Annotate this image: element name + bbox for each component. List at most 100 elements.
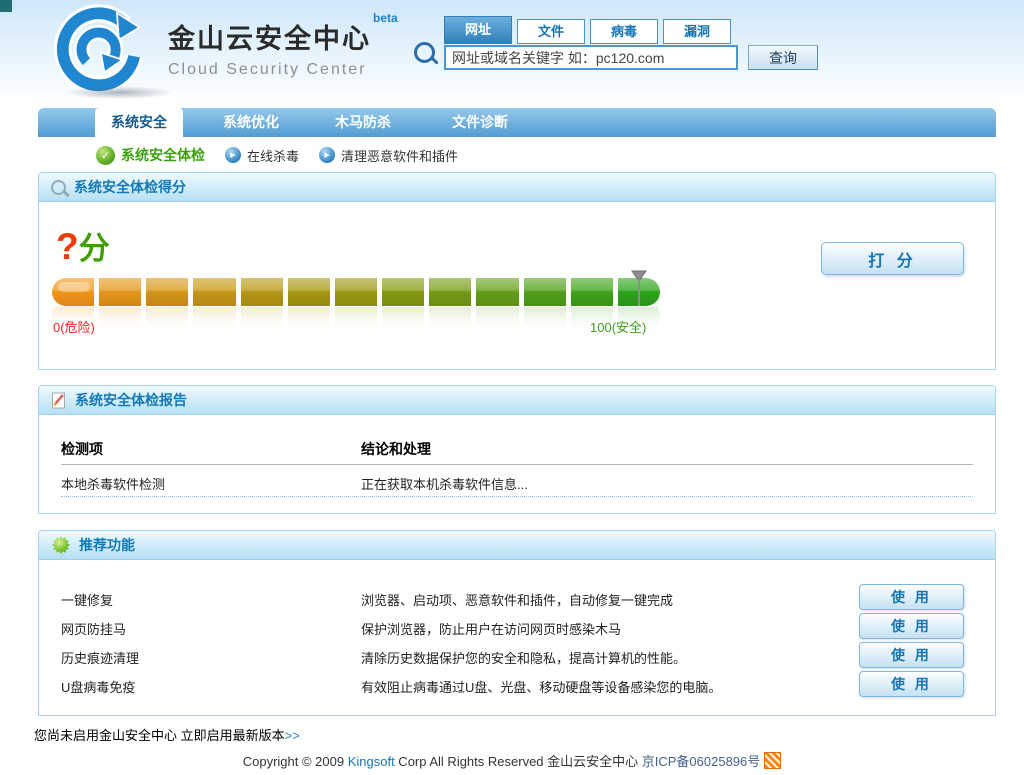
use-button[interactable]: 使 用 [859,584,964,610]
score-min-label: 0(危险) [53,317,95,336]
nav-tab[interactable]: 系统优化 [201,108,301,137]
score-unit: 分 [79,231,110,266]
report-item-name: 本地杀毒软件检测 [61,474,165,493]
nav-tab[interactable]: 文件诊断 [430,108,530,137]
play-icon [319,147,335,163]
magnifier-icon [51,180,66,195]
main-nav: 系统安全 系统优化 木马防杀 文件诊断 [38,108,996,137]
corner-decoration [0,0,12,12]
score-bar-segment [571,278,613,306]
sub-nav: 系统安全体检 在线杀毒 清理恶意软件和插件 [96,143,478,167]
score-bar-segment [476,278,518,306]
feature-description: 保护浏览器，防止用户在访问网页时感染木马 [361,619,621,638]
score-bar-segment [193,278,235,306]
search-tab[interactable]: 文件 [517,19,585,44]
recommend-row: 历史痕迹清理 清除历史数据保护您的安全和隐私，提高计算机的性能。 使 用 [61,641,973,670]
use-button[interactable]: 使 用 [859,671,964,697]
nav-tab[interactable]: 木马防杀 [313,108,413,137]
feature-name: 历史痕迹清理 [61,648,139,667]
score-bar [52,278,660,306]
app-title: 金山云安全中心 [168,24,371,54]
score-bar-fade [52,307,660,331]
report-col-result: 结论和处理 [361,439,431,459]
cloud-arrows-logo-icon [54,4,144,94]
subnav-label: 在线杀毒 [247,146,299,165]
recommend-rows: 一键修复 浏览器、启动项、恶意软件和插件，自动修复一键完成 使 用 网页防挂马 … [61,583,973,699]
play-icon [225,147,241,163]
logo-shadow [64,86,174,99]
subnav-label: 系统安全体检 [121,145,205,165]
enable-link-arrows[interactable]: >> [285,728,300,743]
report-rows: 本地杀毒软件检测 正在获取本机杀毒软件信息... [61,465,973,497]
score-max-label: 100(安全) [590,317,646,336]
score-bar-segment [335,278,377,306]
nav-tab[interactable]: 系统安全 [95,108,183,137]
feature-description: 清除历史数据保护您的安全和隐私，提高计算机的性能。 [361,648,686,667]
score-bar-segment [52,278,94,306]
report-col-item: 检测项 [61,439,103,459]
app-logo [54,4,144,94]
score-panel-title: 系统安全体检得分 [74,177,186,197]
starburst-icon [51,535,71,555]
report-panel: 系统安全体检报告 检测项 结论和处理 本地杀毒软件检测 正在获取本机杀毒软件信息… [38,385,996,514]
subnav-item[interactable]: 在线杀毒 [225,146,299,165]
recommend-panel-header: 推荐功能 [39,531,995,560]
score-bar-segment [288,278,330,306]
notice-text: 您尚未启用金山安全中心 [34,728,177,743]
search-zone: 网址 文件 病毒 漏洞 查询 [408,12,1008,82]
feature-name: U盘病毒免疫 [61,677,135,696]
feature-name: 网页防挂马 [61,619,126,638]
report-item-result: 正在获取本机杀毒软件信息... [361,474,528,493]
copyright-line: Copyright © 2009 Kingsoft Corp All Right… [0,751,1024,770]
score-value: ? [56,226,79,267]
report-row: 本地杀毒软件检测 正在获取本机杀毒软件信息... [61,465,973,497]
use-button[interactable]: 使 用 [859,642,964,668]
score-bar-segment [99,278,141,306]
pencil-report-icon [51,391,67,409]
copyright-mid: Corp All Rights Reserved 金山云安全中心 [395,754,642,769]
feature-description: 有效阻止病毒通过U盘、光盘、移动硬盘等设备感染您的电脑。 [361,677,721,696]
search-tab[interactable]: 病毒 [590,19,658,44]
search-tabs: 网址 文件 病毒 漏洞 [444,16,736,44]
recommend-row: 网页防挂马 保护浏览器，防止用户在访问网页时感染木马 使 用 [61,612,973,641]
report-panel-header: 系统安全体检报告 [39,386,995,415]
score-bar-segment [146,278,188,306]
feature-name: 一键修复 [61,590,113,609]
score-bar-segment [241,278,283,306]
enable-link[interactable]: 立即启用最新版本 [181,728,285,743]
copyright-prefix: Copyright © 2009 [243,754,348,769]
icp-badge-icon [764,752,781,769]
search-tab[interactable]: 网址 [444,16,512,44]
beta-badge: beta [373,11,398,25]
subnav-item[interactable]: 清理恶意软件和插件 [319,146,458,165]
query-button[interactable]: 查询 [748,45,818,70]
score-bar-segment [429,278,471,306]
icp-number: 京ICP备06025896号 [642,754,761,769]
app-title-block: 金山云安全中心beta Cloud Security Center [168,17,398,79]
subnav-item[interactable]: 系统安全体检 [96,145,205,165]
score-value-line: ?分 [56,223,110,268]
score-marker-icon [631,270,647,308]
enable-notice: 您尚未启用金山安全中心 立即启用最新版本>> [34,725,300,744]
rate-button[interactable]: 打 分 [821,242,964,275]
score-bar-segment [382,278,424,306]
subnav-label: 清理恶意软件和插件 [341,146,458,165]
search-icon [414,42,435,63]
score-panel-header: 系统安全体检得分 [39,173,995,202]
check-icon [96,146,115,165]
app-subtitle: Cloud Security Center [168,61,398,79]
page: 金山云安全中心beta Cloud Security Center 网址 文件 … [0,0,1024,775]
banner: 金山云安全中心beta Cloud Security Center 网址 文件 … [0,0,1024,100]
recommend-row: U盘病毒免疫 有效阻止病毒通过U盘、光盘、移动硬盘等设备感染您的电脑。 使 用 [61,670,973,699]
score-panel: 系统安全体检得分 ?分 0(危险) 100(安全) 打 分 [38,172,996,370]
search-tab[interactable]: 漏洞 [663,19,731,44]
score-bar-segment [524,278,566,306]
recommend-panel-title: 推荐功能 [79,535,135,555]
recommend-row: 一键修复 浏览器、启动项、恶意软件和插件，自动修复一键完成 使 用 [61,583,973,612]
feature-description: 浏览器、启动项、恶意软件和插件，自动修复一键完成 [361,590,673,609]
search-input[interactable] [444,45,738,70]
kingsoft-link[interactable]: Kingsoft [348,754,395,769]
report-panel-title: 系统安全体检报告 [75,390,187,410]
use-button[interactable]: 使 用 [859,613,964,639]
recommend-panel: 推荐功能 一键修复 浏览器、启动项、恶意软件和插件，自动修复一键完成 使 用 网… [38,530,996,716]
